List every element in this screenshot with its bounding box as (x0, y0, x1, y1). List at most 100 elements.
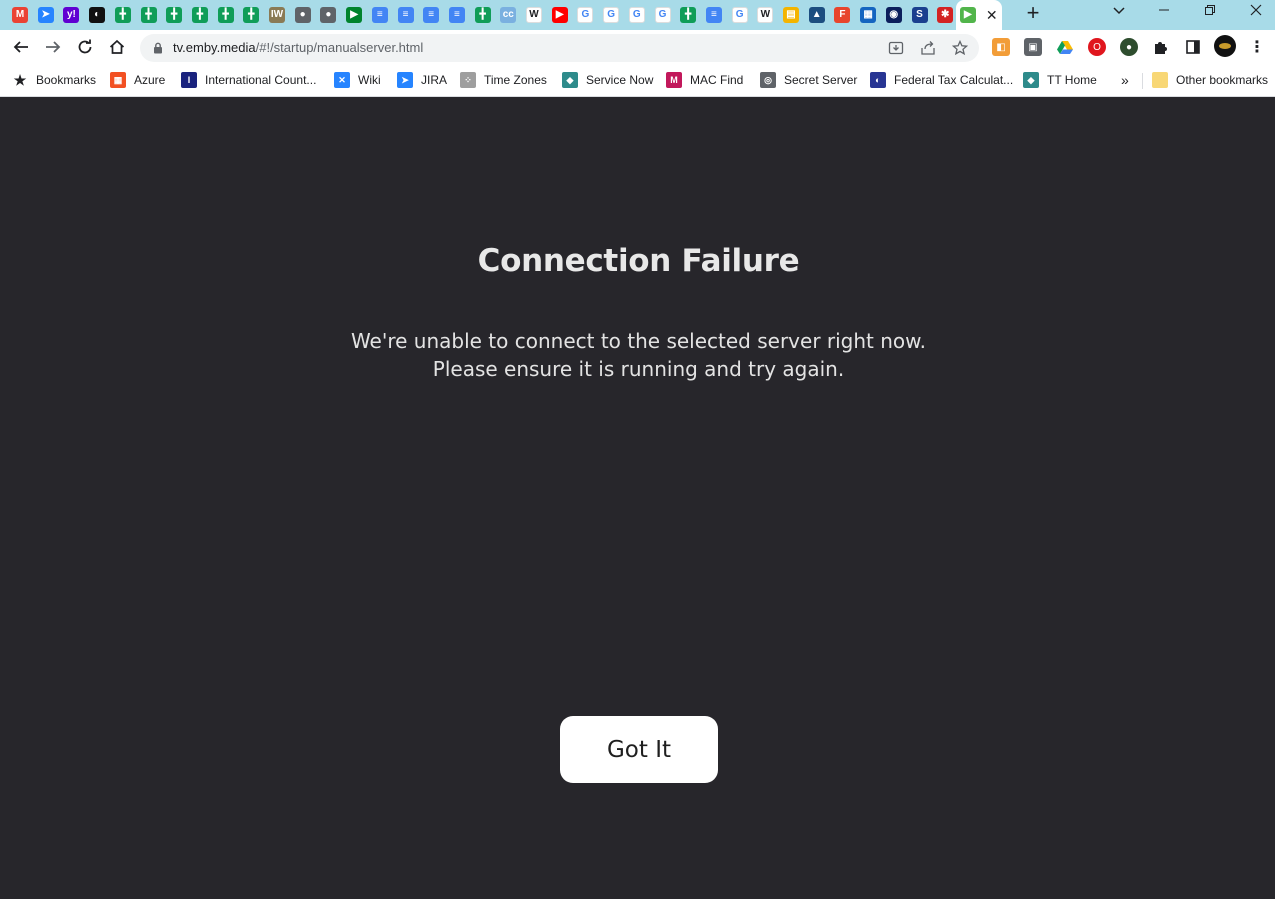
docs-icon: ≡ (397, 7, 414, 23)
opera-icon[interactable]: O (1088, 38, 1106, 56)
tab[interactable]: G (652, 4, 674, 26)
bookmark-item[interactable]: ◐ Federal Tax Calculat... (870, 70, 1013, 90)
restore-button[interactable] (1200, 2, 1220, 20)
home-button[interactable] (105, 35, 129, 59)
vpn-icon[interactable]: ● (1120, 38, 1138, 56)
bookmark-item[interactable]: ▦ Azure (110, 70, 165, 90)
tab-active[interactable]: ▶ ✕ (955, 0, 1002, 30)
tab[interactable]: ╋ (215, 4, 237, 26)
tab[interactable]: ≡ (446, 4, 468, 26)
bookmark-label: MAC Find (690, 73, 744, 87)
jira-icon: ➤ (397, 72, 413, 88)
page-title: Connection Failure (477, 243, 800, 279)
tab-search-button[interactable] (1111, 3, 1127, 19)
install-icon[interactable] (888, 40, 904, 56)
more-bookmarks-button[interactable]: » (1121, 70, 1129, 90)
other-bookmarks-folder[interactable]: Other bookmarks (1152, 70, 1268, 90)
tab[interactable]: G (600, 4, 622, 26)
sheets-icon: ╋ (140, 7, 157, 23)
tab[interactable]: G (729, 4, 751, 26)
google-icon: G (603, 7, 620, 23)
bookmark-item[interactable]: ✕ Wiki (334, 70, 381, 90)
tab[interactable]: ╋ (677, 4, 699, 26)
tab[interactable]: W (523, 4, 545, 26)
bookmark-item[interactable]: ◆ Service Now (562, 70, 653, 90)
tab[interactable]: ≡ (420, 4, 442, 26)
tab[interactable]: M (9, 4, 31, 26)
jira-icon: ➤ (37, 7, 54, 23)
back-button[interactable] (9, 35, 33, 59)
tab[interactable]: ╋ (138, 4, 160, 26)
url-text[interactable]: tv.emby.media/#!/startup/manualserver.ht… (173, 40, 423, 55)
bookmark-label: TT Home (1047, 73, 1097, 87)
tab[interactable]: ╋ (112, 4, 134, 26)
tab-strip: M ➤ y! ◐ ╋ ╋ ╋ ╋ ╋ ╋ IW ● ● ▶ ≡ ≡ ≡ ≡ ╋ cc W ▶ G G G G ╋ ≡ G W ▤ ▲ F ▦ ◉ S ✱… (0, 0, 1275, 30)
error-message-line1: We're unable to connect to the selected … (350, 329, 927, 353)
youtube-icon: ▶ (551, 7, 568, 23)
reload-button[interactable] (73, 35, 97, 59)
tab[interactable]: ▶ (343, 4, 365, 26)
tab[interactable]: ◐ (86, 4, 108, 26)
tab[interactable]: ≡ (369, 4, 391, 26)
tab[interactable]: ✱ (934, 4, 956, 26)
address-bar[interactable]: tv.emby.media/#!/startup/manualserver.ht… (140, 34, 979, 62)
extension-grey-icon[interactable]: ▣ (1024, 38, 1042, 56)
url-path: /#!/startup/manualserver.html (255, 40, 424, 55)
sheets-icon: ╋ (680, 7, 697, 23)
forward-button[interactable] (41, 35, 65, 59)
bookmark-item[interactable]: ◎ Secret Server (760, 70, 857, 90)
new-tab-button[interactable]: + (1023, 2, 1043, 24)
close-window-button[interactable] (1246, 2, 1266, 20)
tab[interactable]: cc (497, 4, 519, 26)
extension-orange-icon[interactable]: ◧ (992, 38, 1010, 56)
tab[interactable]: ◉ (883, 4, 905, 26)
sheets-icon: ╋ (217, 7, 234, 23)
s-icon: S (911, 7, 928, 23)
bookmark-item[interactable]: ◆ TT Home (1023, 70, 1097, 90)
minimize-button[interactable] (1154, 2, 1174, 20)
bookmark-item[interactable]: ➤ JIRA (397, 70, 447, 90)
extensions-puzzle-icon[interactable] (1152, 38, 1170, 56)
tab[interactable]: ● (292, 4, 314, 26)
tab[interactable]: ≡ (703, 4, 725, 26)
tab[interactable]: ▦ (857, 4, 879, 26)
docs-icon: ≡ (705, 7, 722, 23)
star-icon[interactable] (952, 40, 968, 56)
tab[interactable]: G (574, 4, 596, 26)
tab[interactable]: IW (266, 4, 288, 26)
tab[interactable]: ╋ (163, 4, 185, 26)
tab[interactable]: ▶ (549, 4, 571, 26)
tab[interactable]: y! (60, 4, 82, 26)
planet-icon: ◉ (885, 7, 902, 23)
tab-close-button[interactable]: ✕ (986, 8, 998, 22)
tab[interactable]: ➤ (35, 4, 57, 26)
profile-avatar[interactable] (1214, 35, 1236, 57)
bookmark-item[interactable]: ⁘ Time Zones (460, 70, 547, 90)
bookmark-item[interactable]: ★ Bookmarks (12, 70, 96, 90)
tab[interactable]: ▤ (780, 4, 802, 26)
stocks-icon: ▲ (808, 7, 825, 23)
tab[interactable]: G (626, 4, 648, 26)
bookmark-label: Wiki (358, 73, 381, 87)
tab[interactable]: S (909, 4, 931, 26)
tab[interactable]: F (831, 4, 853, 26)
got-it-button[interactable]: Got It (560, 716, 718, 783)
bookmark-item[interactable]: I International Count... (181, 70, 316, 90)
menu-kebab-icon[interactable]: ⋮ (1248, 38, 1266, 56)
google-drive-icon[interactable] (1056, 38, 1074, 56)
bookmark-item[interactable]: M MAC Find (666, 70, 743, 90)
tab[interactable]: W (754, 4, 776, 26)
windows-icon: ▦ (110, 72, 126, 88)
side-panel-icon[interactable] (1184, 38, 1202, 56)
tt-icon: ◆ (1023, 72, 1039, 88)
tab[interactable]: ╋ (472, 4, 494, 26)
tab[interactable]: ● (317, 4, 339, 26)
tab[interactable]: ╋ (240, 4, 262, 26)
bookmarks-bar: ★ Bookmarks ▦ Azure I International Count... ✕… (0, 64, 1275, 97)
google-icon: G (731, 7, 748, 23)
tab[interactable]: ╋ (189, 4, 211, 26)
share-icon[interactable] (920, 40, 936, 56)
google-icon: G (654, 7, 671, 23)
tab[interactable]: ▲ (806, 4, 828, 26)
tab[interactable]: ≡ (395, 4, 417, 26)
